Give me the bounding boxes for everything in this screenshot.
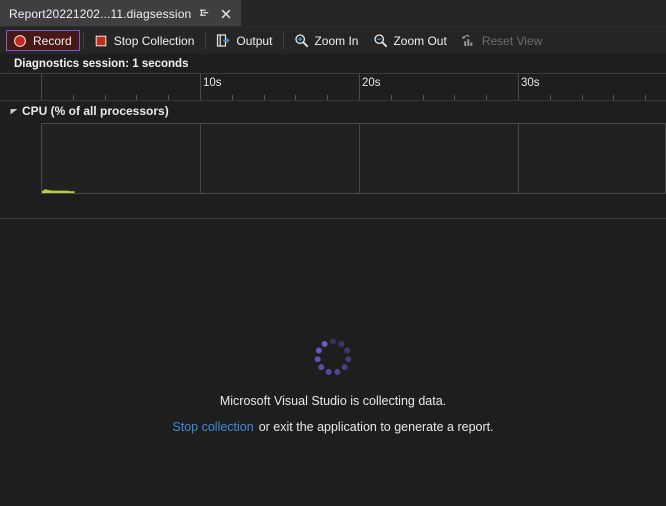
record-circle-icon — [12, 33, 28, 49]
cpu-usage-series — [42, 189, 75, 193]
zoom-in-button[interactable]: Zoom In — [287, 30, 366, 51]
output-window-icon — [215, 33, 231, 49]
ruler-tick — [327, 95, 328, 100]
collecting-message: Microsoft Visual Studio is collecting da… — [219, 394, 447, 408]
ruler-label-20s: 20s — [362, 77, 381, 89]
ruler-tick — [264, 95, 265, 100]
cpu-section-title: CPU (% of all processors) — [22, 103, 169, 118]
spinner-dot — [314, 355, 321, 363]
ruler-tick — [391, 95, 392, 100]
session-info-bar: Diagnostics session: 1 seconds — [0, 55, 666, 73]
ruler-gridline — [200, 74, 201, 100]
spinner-dot — [343, 347, 351, 354]
ruler-tick — [295, 95, 296, 100]
ruler-tick — [105, 95, 106, 100]
magnifier-plus-icon — [293, 33, 309, 49]
zoom-out-button-label: Zoom Out — [393, 33, 447, 48]
cpu-graph-container: 100 0 — [0, 120, 666, 206]
ruler-tick — [645, 95, 646, 100]
stop-square-icon — [93, 33, 109, 49]
record-button-label: Record — [33, 33, 72, 48]
spinner-dot — [334, 368, 341, 376]
record-button[interactable]: Record — [6, 30, 80, 51]
ruler-tick — [168, 95, 169, 100]
spinner-dot — [325, 368, 332, 376]
magnifier-minus-icon — [372, 33, 388, 49]
spinner-dot — [315, 347, 323, 354]
close-icon[interactable] — [217, 5, 235, 23]
pin-icon[interactable] — [195, 5, 213, 23]
tab-strip-empty-area — [241, 0, 666, 26]
stop-collection-link[interactable]: Stop collection — [172, 420, 253, 434]
ruler-label-30s: 30s — [521, 77, 540, 89]
cpu-graph-plot-area[interactable] — [41, 123, 666, 194]
spinner-dot — [341, 363, 348, 371]
reset-view-button-label: Reset View — [481, 33, 543, 48]
ruler-tick — [232, 95, 233, 100]
timeline-ruler[interactable]: 10s 20s 30s — [0, 73, 666, 101]
ruler-tick — [423, 95, 424, 100]
spinner-dot — [338, 340, 345, 348]
stop-collection-button-label: Stop Collection — [113, 33, 195, 48]
stop-collection-button[interactable]: Stop Collection — [87, 30, 203, 51]
spinner-dot — [318, 363, 325, 371]
output-button[interactable]: Output — [209, 30, 280, 51]
zoom-out-button[interactable]: Zoom Out — [366, 30, 454, 51]
ruler-tick — [613, 95, 614, 100]
diagnostics-hub-window: Report20221202...11.diagsession Record S… — [0, 0, 666, 506]
spinner-dot — [329, 338, 337, 345]
tab-strip: Report20221202...11.diagsession — [0, 0, 666, 27]
zoom-in-button-label: Zoom In — [314, 33, 359, 48]
collecting-submessage: Stop collection or exit the application … — [172, 420, 493, 434]
session-duration-label: Diagnostics session: 1 seconds — [14, 58, 189, 70]
ruler-gridline — [41, 74, 42, 100]
spinner-dot — [345, 355, 352, 363]
reset-chart-icon — [461, 33, 477, 49]
tab-diagsession-report[interactable]: Report20221202...11.diagsession — [0, 0, 242, 26]
cpu-section-header[interactable]: CPU (% of all processors) — [0, 101, 666, 120]
toolbar-separator — [283, 32, 285, 49]
output-button-label: Output — [236, 33, 273, 48]
ruler-tick — [550, 95, 551, 100]
loading-spinner-icon — [313, 337, 353, 377]
spinner-dot — [321, 340, 328, 348]
ruler-tick — [582, 95, 583, 100]
collecting-data-pane: Microsoft Visual Studio is collecting da… — [0, 219, 666, 506]
ruler-gridline — [359, 74, 360, 100]
ruler-tick — [73, 95, 74, 100]
diagnostics-toolbar: Record Stop Collection Output Zoom In Zo… — [0, 27, 666, 55]
ruler-tick — [454, 95, 455, 100]
chevron-down-icon[interactable] — [8, 105, 19, 116]
toolbar-separator — [82, 32, 84, 49]
ruler-label-10s: 10s — [203, 77, 222, 89]
ruler-gridline — [518, 74, 519, 100]
collecting-tail-text: or exit the application to generate a re… — [258, 420, 494, 434]
reset-view-button[interactable]: Reset View — [455, 30, 550, 51]
ruler-tick — [486, 95, 487, 100]
ruler-tick — [136, 95, 137, 100]
tab-title: Report20221202...11.diagsession — [9, 6, 192, 21]
toolbar-separator — [205, 32, 207, 49]
